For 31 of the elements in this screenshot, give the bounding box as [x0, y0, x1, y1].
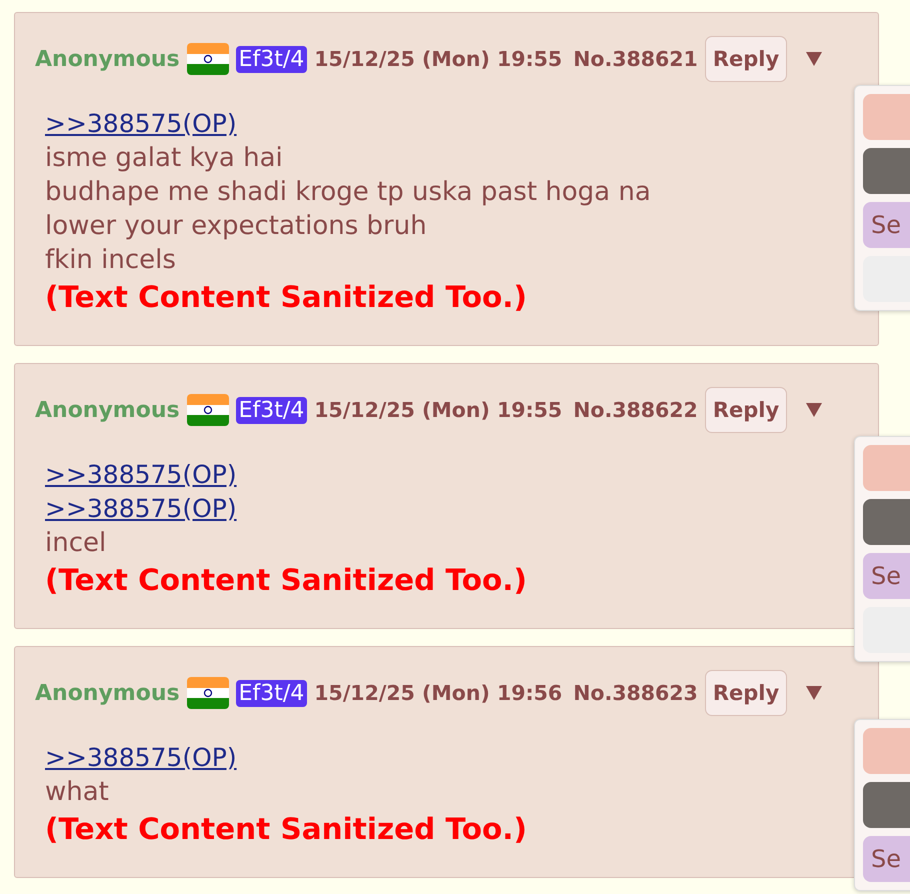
menu-item[interactable]: Se [863, 553, 910, 599]
post-date: 15/12/25 (Mon) 19:55 [314, 47, 562, 71]
quote-link[interactable]: >>388575(OP) [45, 458, 237, 492]
sanitized-notice: (Text Content Sanitized Too.) [45, 562, 527, 599]
quote-link[interactable]: >>388575(OP) [45, 107, 237, 141]
post-text: incel [45, 527, 106, 560]
post-text: what [45, 776, 109, 809]
menu-item[interactable]: Se [863, 836, 910, 882]
poster-name: Anonymous [35, 680, 180, 706]
reply-button[interactable]: Reply [704, 670, 788, 716]
menu-item[interactable]: Se [863, 202, 910, 248]
poster-id[interactable]: Ef3t/4 [236, 680, 308, 706]
sanitized-notice: (Text Content Sanitized Too.) [45, 279, 527, 316]
post-text: isme galat kya hai [45, 142, 283, 175]
poster-name: Anonymous [35, 398, 180, 422]
post-number[interactable]: No.388623 [573, 681, 698, 705]
poster-id[interactable]: Ef3t/4 [236, 46, 308, 72]
post-date: 15/12/25 (Mon) 19:56 [314, 681, 562, 705]
poster-id[interactable]: Ef3t/4 [236, 396, 308, 424]
quote-link[interactable]: >>388575(OP) [45, 492, 237, 526]
post-date: 15/12/25 (Mon) 19:55 [314, 398, 562, 422]
reply-button[interactable]: Reply [704, 36, 788, 82]
post-number[interactable]: No.388621 [573, 47, 698, 71]
post-text: lower your expectations bruh [45, 210, 427, 243]
poster-name: Anonymous [35, 46, 180, 72]
post-text: fkin incels [45, 244, 176, 277]
post-text: budhape me shadi kroge tp uska past hoga na [45, 176, 651, 209]
sanitized-notice: (Text Content Sanitized Too.) [45, 811, 527, 848]
reply-button[interactable]: Reply [704, 387, 788, 433]
post-number[interactable]: No.388622 [573, 398, 698, 422]
quote-link[interactable]: >>388575(OP) [45, 741, 237, 775]
